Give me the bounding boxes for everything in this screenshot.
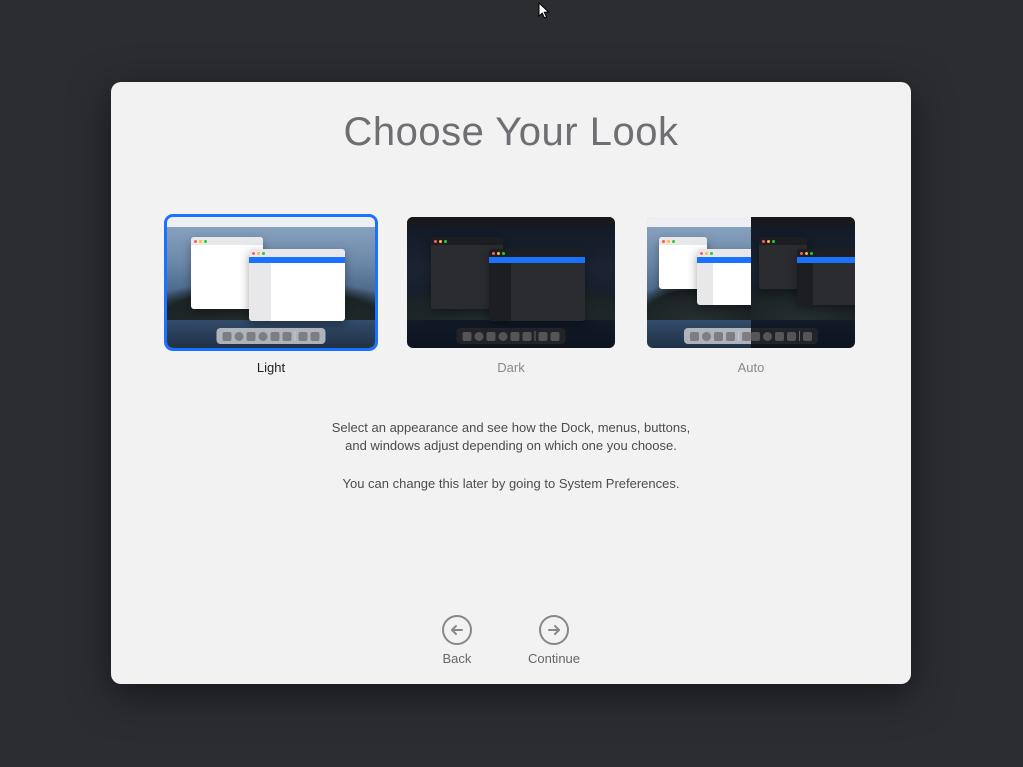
setup-panel: Choose Your Look <box>111 82 911 684</box>
dock-preview <box>217 328 326 344</box>
appearance-option-light[interactable]: Light <box>167 217 375 375</box>
navigation-bar: Back Continue <box>111 615 911 666</box>
description-text: Select an appearance and see how the Doc… <box>332 419 690 494</box>
description-line: Select an appearance and see how the Doc… <box>332 419 690 437</box>
auto-preview-thumb <box>647 217 855 348</box>
light-preview-thumb <box>167 217 375 348</box>
back-button-label: Back <box>443 651 472 666</box>
appearance-option-label: Dark <box>497 360 524 375</box>
back-button[interactable]: Back <box>442 615 472 666</box>
appearance-option-dark[interactable]: Dark <box>407 217 615 375</box>
dock-preview <box>684 328 751 344</box>
appearance-option-auto[interactable]: Auto <box>647 217 855 375</box>
appearance-option-label: Auto <box>738 360 765 375</box>
description-line: You can change this later by going to Sy… <box>332 475 690 493</box>
dark-preview-thumb <box>407 217 615 348</box>
description-line: and windows adjust depending on which on… <box>332 437 690 455</box>
continue-button-label: Continue <box>528 651 580 666</box>
appearance-options: Light <box>167 217 855 375</box>
continue-button[interactable]: Continue <box>528 615 580 666</box>
appearance-option-label: Light <box>257 360 285 375</box>
dock-preview <box>751 328 818 344</box>
arrow-left-icon <box>442 615 472 645</box>
page-title: Choose Your Look <box>344 110 679 155</box>
dock-preview <box>457 328 566 344</box>
mouse-cursor <box>538 2 552 25</box>
arrow-right-icon <box>539 615 569 645</box>
